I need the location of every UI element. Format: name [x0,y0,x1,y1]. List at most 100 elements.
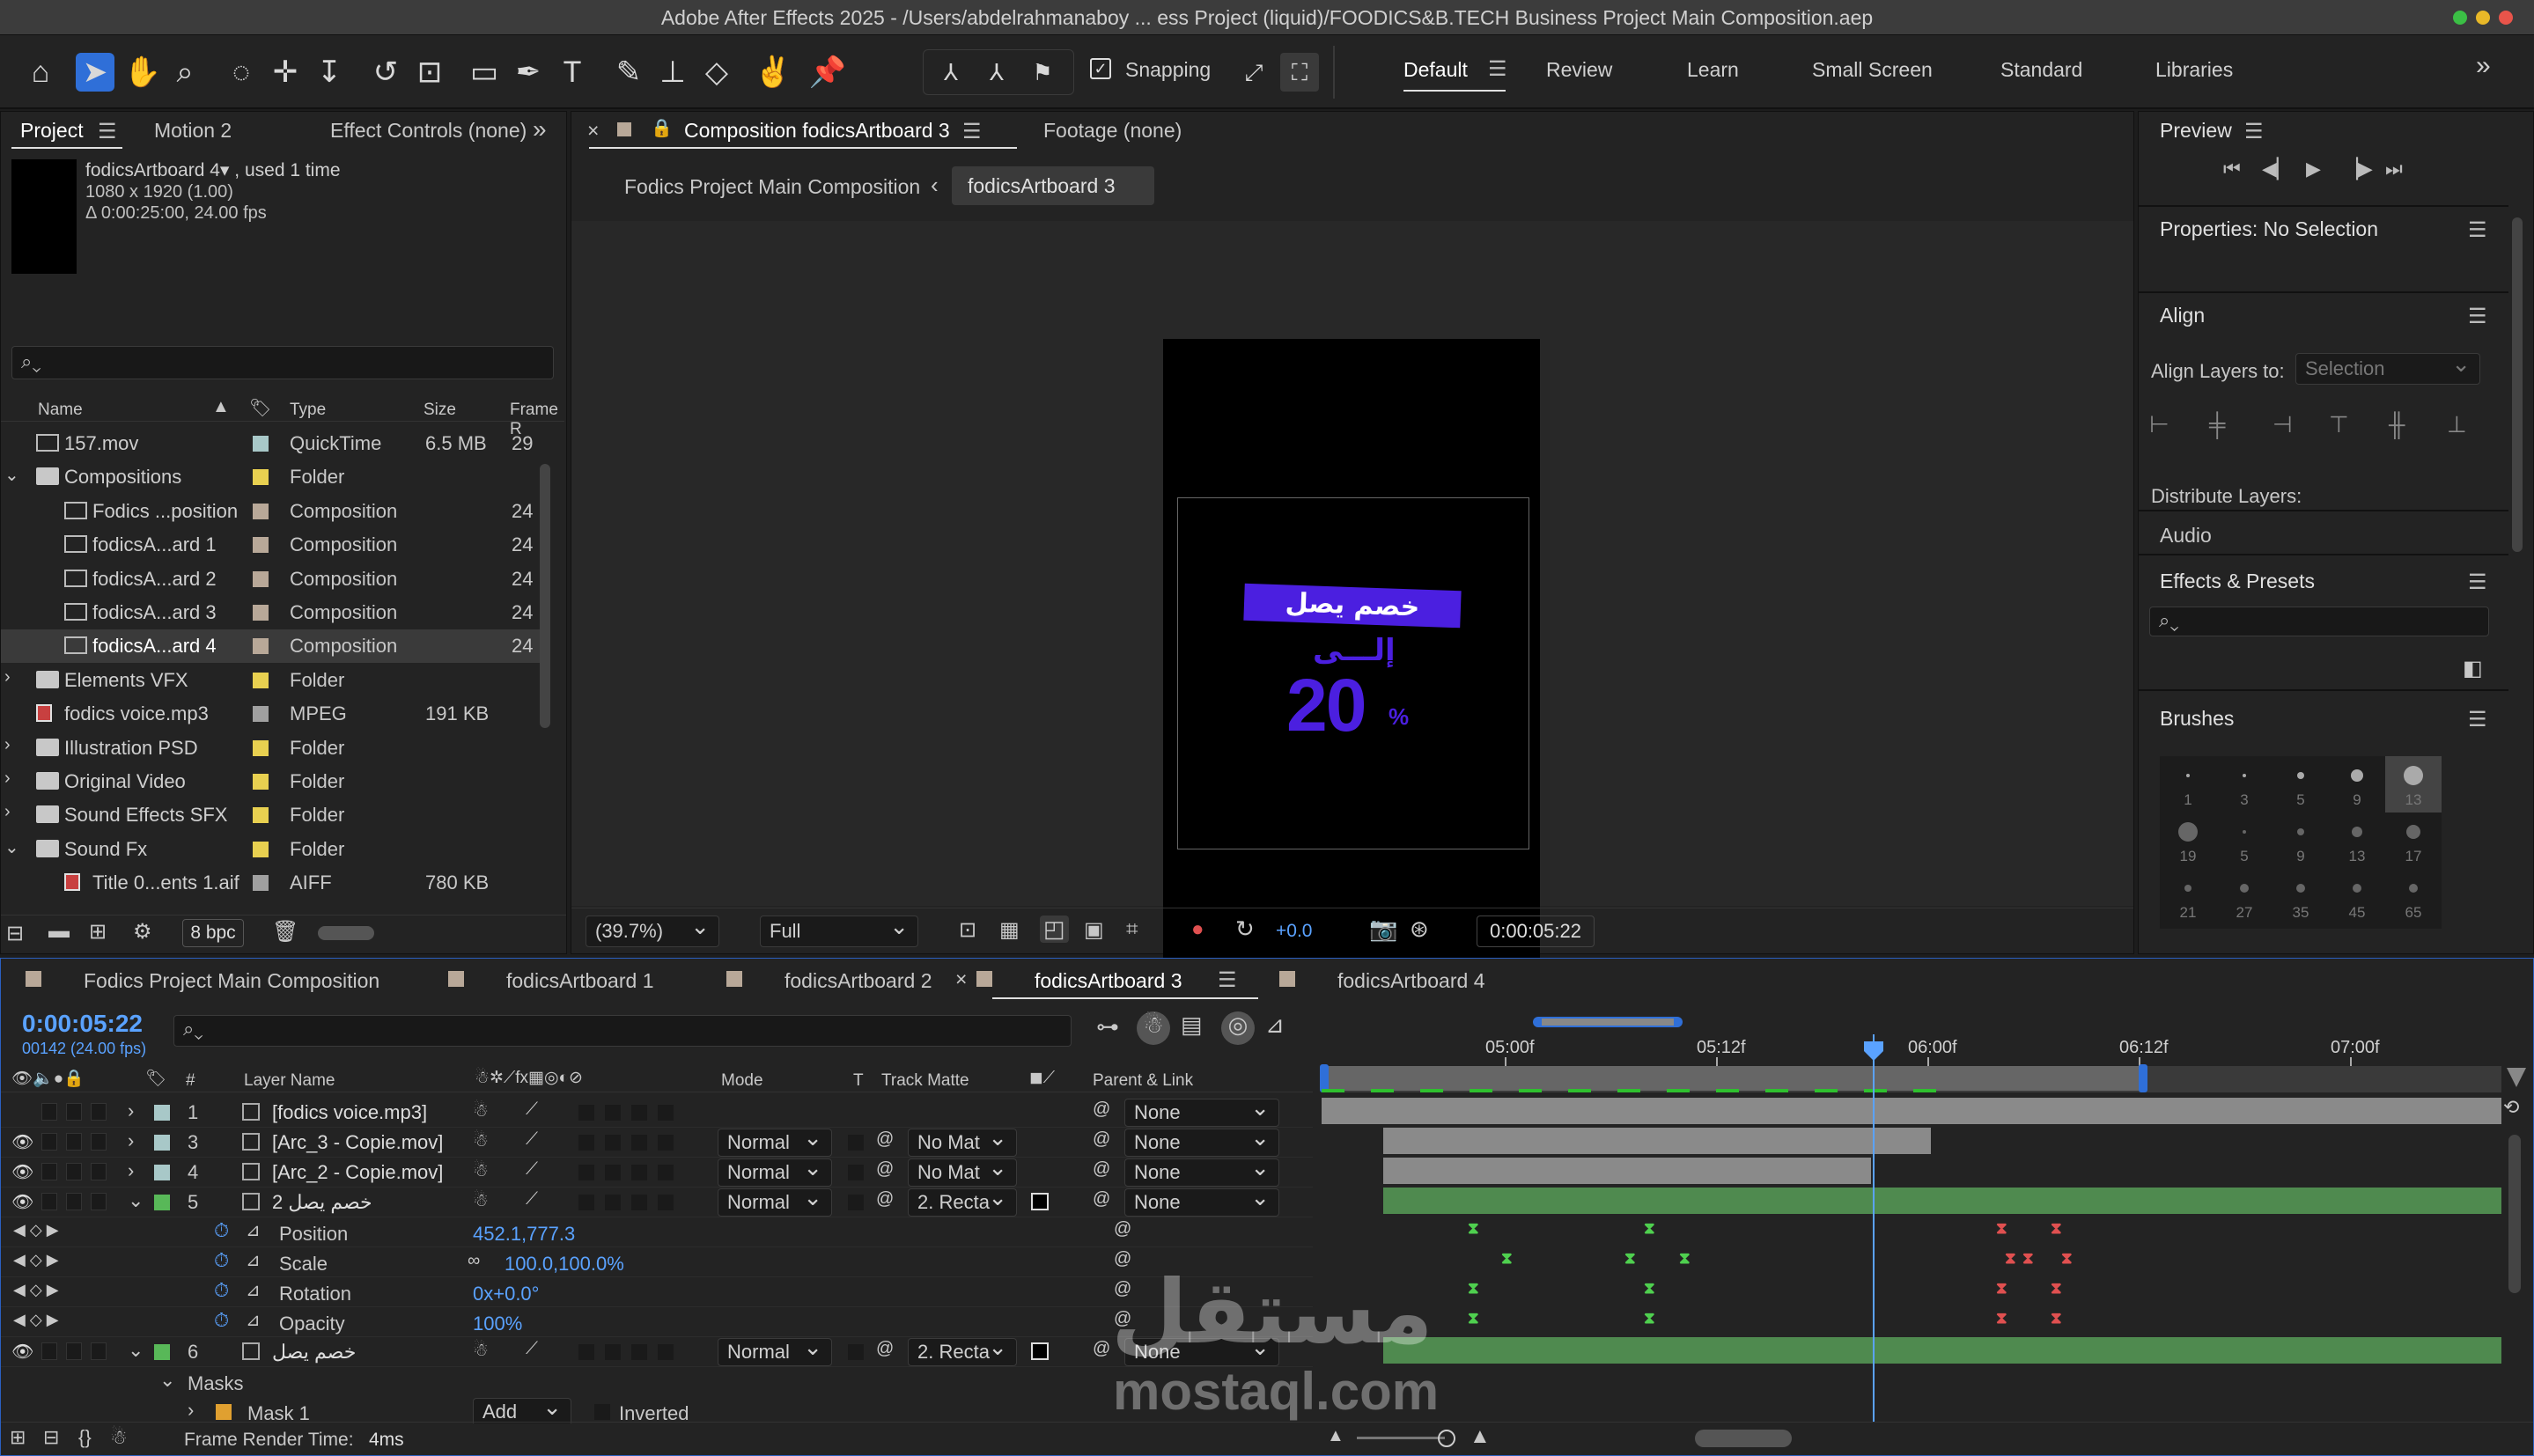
visibility-eye-icon[interactable]: 👁 [11,1341,33,1363]
quality-switch-icon[interactable]: ⟋ [526,1339,538,1359]
new-folder-icon[interactable]: ▬ [48,919,70,944]
brush-preset[interactable]: 45 [2329,869,2385,925]
expand-closed-icon[interactable]: › [128,1099,134,1122]
project-item[interactable]: ⌄ Sound Fx Folder [1,833,540,866]
puppet-pin-icon[interactable]: 📌 [808,53,847,92]
motion-blur-icon[interactable]: ◎ [1221,1011,1255,1045]
world-axis-icon[interactable]: ⅄ [977,53,1016,92]
keyframe-marker[interactable]: ⧗ [2022,1249,2034,1268]
label-swatch[interactable] [253,570,269,587]
brush-preset[interactable]: 5 [2272,756,2329,813]
mask-color-swatch[interactable] [216,1404,232,1420]
expand-closed-icon[interactable]: › [4,735,11,755]
zoom-slider[interactable] [1357,1437,1445,1439]
brush-preset[interactable]: 21 [2160,869,2216,925]
blend-mode-dropdown[interactable]: Normal [718,1184,832,1217]
more-tabs-icon[interactable]: » [533,115,547,143]
sort-ascending-icon[interactable]: ▲ [212,397,230,417]
graph-toggle-icon[interactable]: ⊿ [246,1309,261,1331]
parent-dropdown[interactable]: None [1124,1098,1279,1127]
layer-name[interactable]: [fodics voice.mp3] [272,1101,427,1124]
blend-mode-dropdown[interactable]: Normal [718,1124,832,1157]
hand-tool-icon[interactable]: ✋ [123,53,162,92]
thumbnail-size-slider[interactable] [318,926,374,940]
layer-label-swatch[interactable] [154,1105,170,1121]
preserve-transparency-box[interactable] [848,1344,864,1360]
layer-switch-box[interactable] [578,1165,594,1180]
work-area-bar[interactable] [1322,1066,2142,1091]
parent-pickwhip-icon[interactable]: @ [1093,1189,1110,1210]
tab-footage[interactable]: Footage (none) [1043,119,1182,143]
close-timeline-tab-icon[interactable]: × [955,967,967,991]
layer-row[interactable]: 👁 › 4 [Arc_2 - Copie.mov] ☃ ⟋ Normal @ No Mat @ No… [1,1154,1313,1188]
clone-stamp-icon[interactable]: ⊥ [653,53,692,92]
workspace-small-screen[interactable]: Small Screen [1812,58,1933,82]
composition-flowchart-icon[interactable]: ⊶ [1096,1013,1119,1041]
timeline-tab[interactable]: fodicsArtboard 4 [1337,969,1484,993]
breadcrumb-main-comp[interactable]: Fodics Project Main Composition [624,175,920,199]
property-value[interactable]: 0x+0.0° [473,1283,539,1305]
project-item[interactable]: Title 0...ents 1.aif AIFF 780 KB [1,866,540,900]
keyframe-navigator-icon[interactable]: ◀ ◇ ▶ [13,1221,59,1239]
layer-label-swatch[interactable] [154,1165,170,1180]
brush-preset[interactable]: 9 [2272,813,2329,869]
layer-name[interactable]: خصم يصل [272,1341,356,1364]
rotation-tool-icon[interactable]: ↺ [366,53,405,92]
zoom-window-button[interactable] [2453,11,2467,25]
keyframe-marker[interactable]: ⧗ [1624,1249,1636,1268]
label-swatch[interactable] [253,807,269,824]
expand-open-icon[interactable]: ⌄ [159,1369,175,1392]
timeline-search-input[interactable]: ⌕⌄ [173,1015,1072,1047]
parent-dropdown[interactable]: None [1124,1184,1279,1217]
layer-switch-box[interactable] [578,1105,594,1121]
show-snapshot-icon[interactable]: ⊛ [1410,916,1429,943]
close-comp-tab-icon[interactable]: × [587,119,599,143]
brush-preset[interactable]: 1 [2160,756,2216,813]
keyframe-marker[interactable]: ⧗ [1468,1309,1479,1327]
brush-preset[interactable]: 13 [2329,813,2385,869]
layer-duration-bar[interactable] [1383,1188,2501,1214]
keyframe-marker[interactable]: ⧗ [1468,1219,1479,1238]
time-ruler[interactable]: 05:00f 05:12f 06:00f 06:12f 07:00f [1322,1034,2501,1068]
preserve-transparency-box[interactable] [848,1195,864,1210]
brush-preset[interactable]: 65 [2385,869,2442,925]
keyframe-navigator-icon[interactable]: ◀ ◇ ▶ [13,1251,59,1269]
layer-switch-box[interactable] [578,1135,594,1151]
layer-switch-box[interactable] [578,1195,594,1210]
bit-depth-button[interactable]: 8 bpc [182,919,244,947]
expand-open-icon[interactable]: ⌄ [4,464,19,486]
graph-toggle-icon[interactable]: ⊿ [246,1219,261,1241]
align-bottom-icon[interactable]: ⊥ [2447,411,2467,438]
last-frame-icon[interactable]: ⏭ [2385,158,2403,180]
expand-open-icon[interactable]: ⌄ [128,1339,144,1362]
align-hcenter-icon[interactable]: ╪ [2209,411,2225,438]
track-matte-dropdown[interactable]: No Mat [908,1154,1017,1187]
shy-switch-icon[interactable]: ☃ [473,1099,489,1121]
col-size[interactable]: Size [424,401,456,420]
lock-icon[interactable]: 🔒 [651,117,673,139]
layer-label-swatch[interactable] [154,1195,170,1210]
parent-pickwhip-icon[interactable]: @ [1093,1129,1110,1150]
col-parent-link[interactable]: Parent & Link [1093,1071,1193,1091]
layer-switch-box[interactable] [658,1195,674,1210]
quality-switch-icon[interactable]: ⟋ [526,1189,538,1210]
first-frame-icon[interactable]: ⏮ [2223,158,2241,180]
snapshot-icon[interactable]: 📷 [1369,916,1397,943]
switch-box[interactable] [91,1163,107,1180]
pan-camera-icon[interactable]: ✛ [266,53,305,92]
project-item[interactable]: fodicsA...ard 1 Composition 24 [1,528,540,562]
project-search-input[interactable]: ⌕⌄ [11,346,554,379]
current-time-display[interactable]: 0:00:05:22 [1477,916,1595,947]
col-layer-name[interactable]: Layer Name [244,1071,335,1091]
matte-alpha-icon[interactable] [1031,1193,1049,1210]
preview-menu-icon[interactable]: ☰ [2244,119,2264,144]
layer-switch-box[interactable] [658,1344,674,1360]
rectangle-tool-icon[interactable]: ▭ [465,53,504,92]
more-workspaces-icon[interactable]: » [2476,51,2491,81]
layer-switch-box[interactable] [658,1165,674,1180]
eraser-tool-icon[interactable]: ◇ [697,53,736,92]
layer-switch-box[interactable] [658,1135,674,1151]
keyframe-marker[interactable]: ⧗ [1468,1279,1479,1298]
layer-switch-box[interactable] [631,1344,647,1360]
label-swatch[interactable] [253,605,269,621]
